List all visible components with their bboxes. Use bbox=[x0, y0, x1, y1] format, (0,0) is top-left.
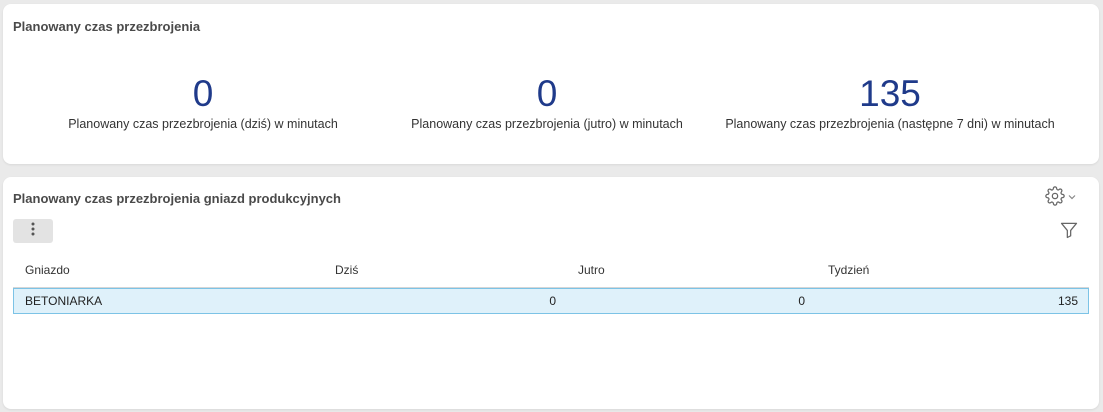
cell-dzis: 0 bbox=[549, 294, 556, 308]
cell-jutro: 0 bbox=[798, 294, 805, 308]
cell-tydzien: 135 bbox=[1057, 294, 1078, 308]
column-header-jutro[interactable]: Jutro bbox=[578, 263, 605, 277]
filter-button[interactable] bbox=[1059, 220, 1081, 242]
table-row[interactable]: BETONIARKA 0 0 135 bbox=[13, 288, 1089, 314]
filter-icon bbox=[1059, 222, 1079, 244]
more-options-button[interactable] bbox=[13, 219, 53, 243]
settings-button[interactable] bbox=[1045, 185, 1079, 211]
kpi-today-label: Planowany czas przezbrojenia (dziś) w mi… bbox=[68, 117, 338, 131]
kpi-card-title: Planowany czas przezbrojenia bbox=[13, 19, 201, 34]
kpi-tomorrow: 0 Planowany czas przezbrojenia (jutro) w… bbox=[367, 73, 727, 132]
kpi-week-value: 135 bbox=[859, 73, 921, 114]
kpi-today-value: 0 bbox=[192, 73, 214, 114]
kpi-tomorrow-label: Planowany czas przezbrojenia (jutro) w m… bbox=[411, 117, 683, 131]
cell-gniazdo: BETONIARKA bbox=[25, 294, 103, 308]
column-header-tydzien[interactable]: Tydzień bbox=[828, 263, 869, 277]
kpi-tomorrow-value: 0 bbox=[536, 73, 558, 114]
kpi-week: 135 Planowany czas przezbrojenia (następ… bbox=[710, 73, 1070, 132]
gear-icon bbox=[1045, 185, 1065, 211]
table-header: Gniazdo Dziś Jutro Tydzień bbox=[13, 255, 1089, 288]
kpi-card: Planowany czas przezbrojenia 0 Planowany… bbox=[3, 4, 1099, 164]
table-card-title: Planowany czas przezbrojenia gniazd prod… bbox=[13, 191, 341, 206]
column-header-dzis[interactable]: Dziś bbox=[335, 263, 358, 277]
table-card: Planowany czas przezbrojenia gniazd prod… bbox=[3, 177, 1099, 409]
more-vertical-icon bbox=[30, 221, 36, 242]
column-header-gniazdo[interactable]: Gniazdo bbox=[25, 263, 70, 277]
kpi-week-label: Planowany czas przezbrojenia (następne 7… bbox=[725, 117, 1055, 131]
kpi-today: 0 Planowany czas przezbrojenia (dziś) w … bbox=[23, 73, 383, 132]
chevron-down-icon bbox=[1067, 189, 1077, 207]
production-table: Gniazdo Dziś Jutro Tydzień BETONIARKA 0 … bbox=[13, 255, 1089, 314]
